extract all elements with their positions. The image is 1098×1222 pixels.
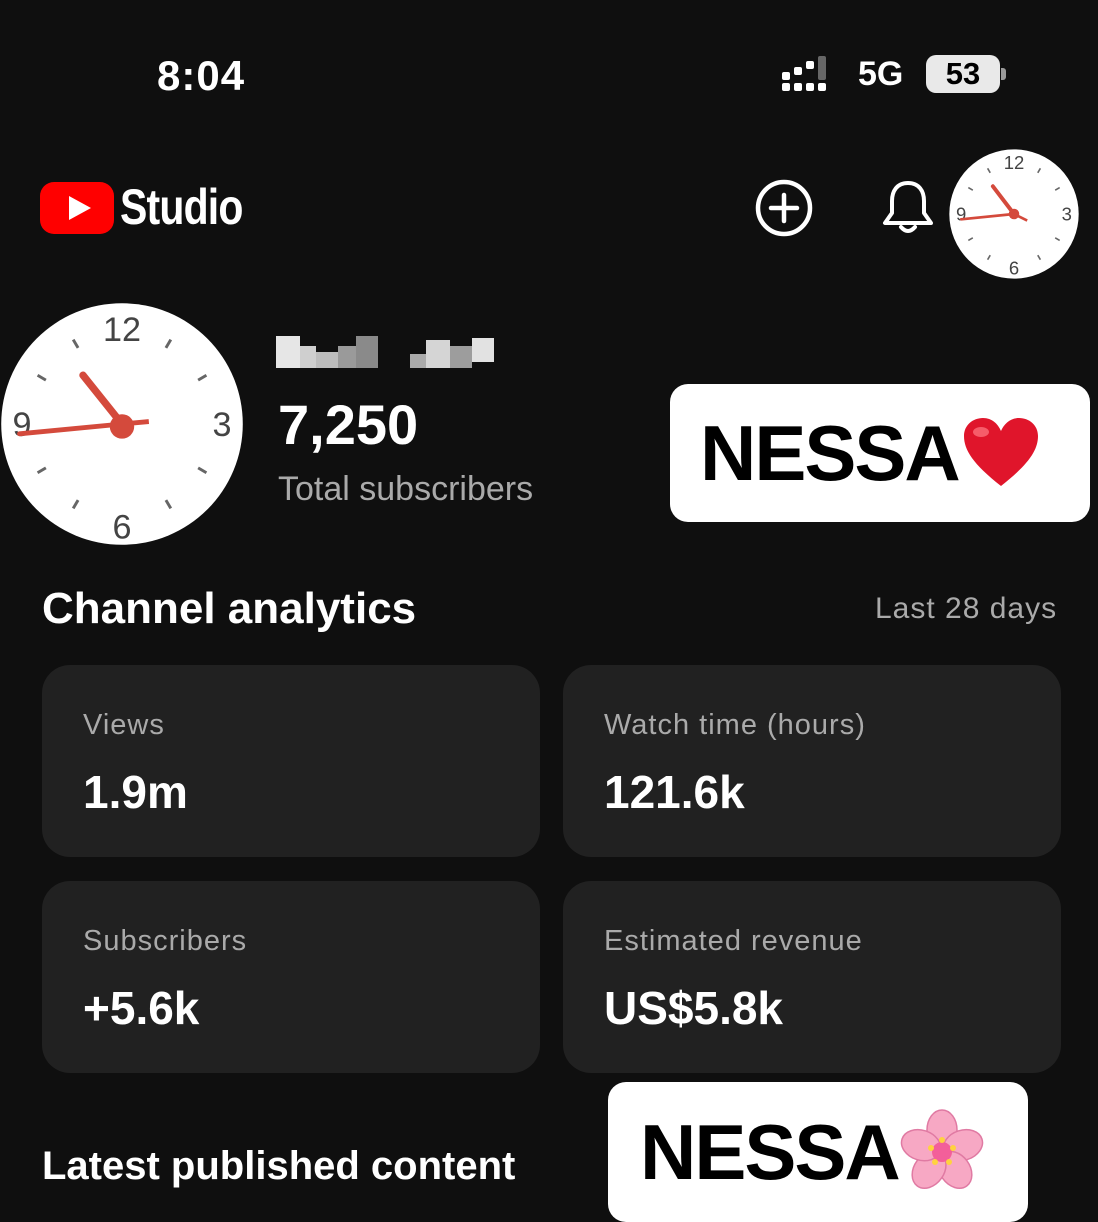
subscriber-label: Total subscribers (278, 470, 534, 508)
card-value: US$5.8k (604, 982, 784, 1034)
card-label: Subscribers (83, 925, 248, 957)
svg-text:9: 9 (956, 204, 966, 225)
revenue-card[interactable]: Estimated revenue US$5.8k (563, 881, 1061, 1073)
status-time: 8:04 (157, 52, 246, 99)
cherry-blossom-icon (900, 1109, 983, 1189)
create-button[interactable] (752, 176, 816, 240)
svg-text:12: 12 (103, 311, 141, 349)
battery-cap (1001, 68, 1006, 80)
views-card[interactable]: Views 1.9m (42, 665, 540, 857)
watch-time-card[interactable]: Watch time (hours) 121.6k (563, 665, 1061, 857)
card-value: 1.9m (83, 766, 188, 818)
notifications-button[interactable] (876, 176, 940, 240)
youtube-logo-icon[interactable] (40, 182, 114, 234)
sticker-text: NESSA (700, 408, 961, 497)
section-title: Channel analytics (42, 584, 417, 633)
card-value: 121.6k (604, 766, 745, 818)
app-title: Studio (120, 179, 243, 235)
svg-text:3: 3 (213, 406, 232, 444)
channel-avatar: 12 3 6 9 (1, 303, 243, 546)
channel-name-blurred (276, 336, 494, 368)
subscriber-count: 7,250 (278, 393, 419, 456)
latest-content-title: Latest published content (42, 1144, 516, 1188)
subscribers-card[interactable]: Subscribers +5.6k (42, 881, 540, 1073)
card-value: +5.6k (83, 982, 200, 1034)
sticker-text: NESSA (640, 1107, 901, 1196)
svg-text:9: 9 (12, 406, 31, 444)
bell-icon (883, 181, 933, 233)
signal-strength-icon (782, 56, 826, 91)
card-label: Watch time (hours) (604, 709, 866, 741)
svg-text:12: 12 (1004, 152, 1025, 173)
svg-text:3: 3 (1062, 204, 1072, 225)
card-label: Estimated revenue (604, 925, 863, 957)
name-sticker: NESSA (670, 384, 1090, 522)
network-type: 5G (858, 55, 904, 93)
create-icon (755, 179, 813, 237)
battery-indicator: 53 (926, 55, 1000, 93)
svg-text:6: 6 (1009, 258, 1019, 279)
period-selector[interactable]: Last 28 days (875, 592, 1057, 626)
avatar[interactable]: 12 3 6 9 (948, 148, 1080, 280)
svg-text:6: 6 (113, 509, 132, 546)
name-sticker-2: NESSA (608, 1082, 1028, 1222)
red-heart-icon (963, 418, 1038, 486)
card-label: Views (83, 709, 165, 741)
